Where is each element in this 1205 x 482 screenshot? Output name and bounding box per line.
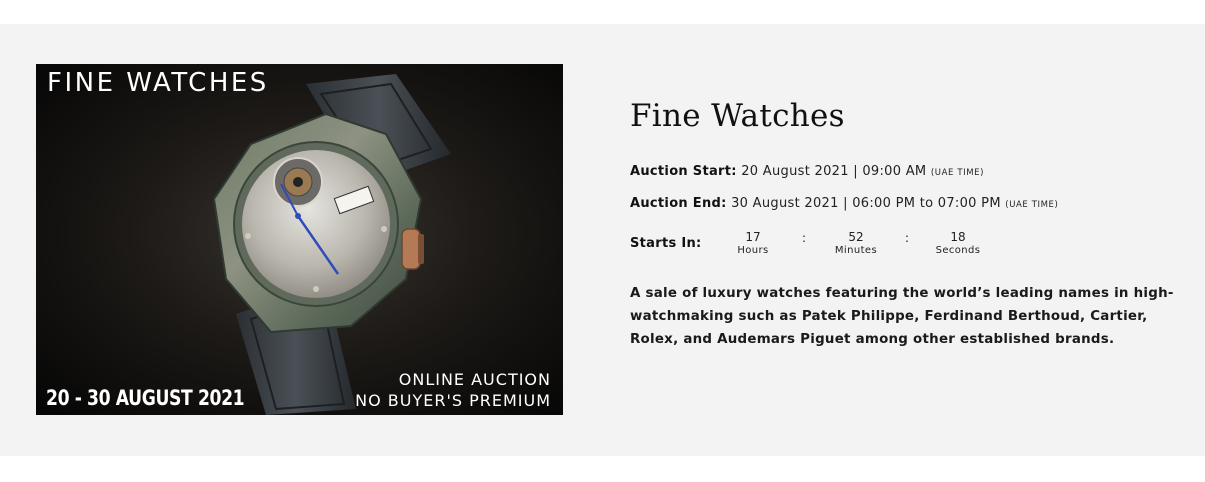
- auction-end-row: Auction End: 30 August 2021 | 06:00 PM t…: [630, 196, 1058, 211]
- banner-heading: FINE WATCHES: [47, 68, 269, 98]
- countdown-seconds-label: Seconds: [935, 245, 981, 256]
- starts-in-label: Starts In:: [630, 236, 702, 251]
- auction-start-value: 20 August 2021 | 09:00 AM: [741, 164, 927, 179]
- auction-start-label: Auction Start:: [630, 164, 737, 179]
- countdown-minutes: 52 Minutes: [826, 230, 886, 258]
- countdown-hours-value: 17: [745, 230, 761, 244]
- watch-image: [212, 74, 451, 415]
- auction-end-label: Auction End:: [630, 196, 727, 211]
- countdown-minutes-label: Minutes: [834, 245, 878, 256]
- countdown-seconds: 18 Seconds: [928, 230, 988, 258]
- auction-section: FINE WATCHES 20 - 30 AUGUST 2021 ONLINE …: [0, 24, 1205, 456]
- auction-start-timezone: (UAE TIME): [930, 168, 985, 178]
- countdown-separator: :: [905, 231, 910, 245]
- banner-online-auction: ONLINE AUCTION: [398, 370, 551, 389]
- banner-no-premium: NO BUYER'S PREMIUM: [355, 391, 551, 410]
- auction-end-timezone: (UAE TIME): [1005, 200, 1059, 210]
- countdown-seconds-value: 18: [950, 230, 966, 244]
- countdown-separator: :: [802, 231, 807, 245]
- countdown-hours-label: Hours: [737, 245, 769, 256]
- auction-title[interactable]: Fine Watches: [630, 98, 845, 134]
- countdown-minutes-value: 52: [848, 230, 864, 244]
- auction-start-row: Auction Start: 20 August 2021 | 09:00 AM…: [630, 164, 984, 179]
- banner-dates: 20 - 30 AUGUST 2021: [46, 386, 245, 410]
- auction-end-value: 30 August 2021 | 06:00 PM to 07:00 PM: [731, 196, 1001, 211]
- auction-description: A sale of luxury watches featuring the w…: [630, 286, 1174, 347]
- countdown-hours: 17 Hours: [723, 230, 783, 258]
- auction-banner-image[interactable]: FINE WATCHES 20 - 30 AUGUST 2021 ONLINE …: [36, 64, 563, 415]
